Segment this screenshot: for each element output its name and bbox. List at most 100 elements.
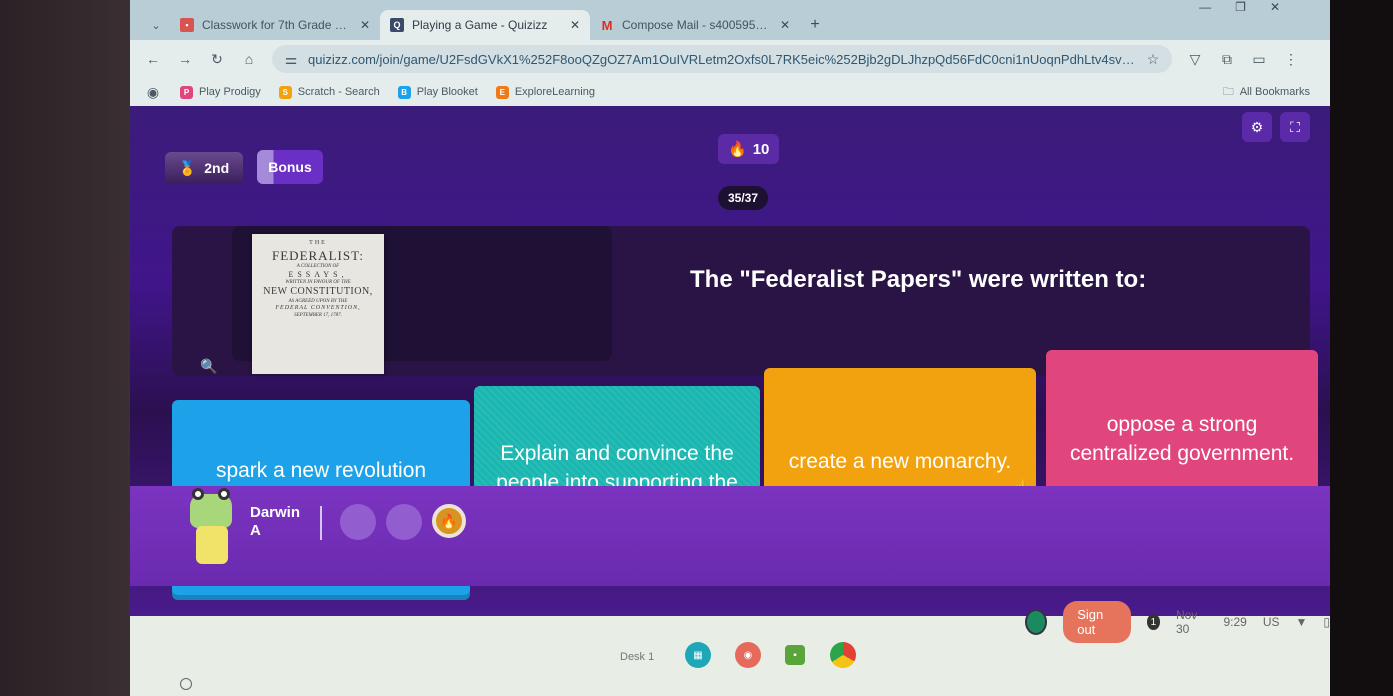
image-text: FEDERAL CONVENTION, — [275, 305, 361, 311]
shelf-app-icon[interactable]: ◉ — [735, 642, 761, 668]
player-divider — [320, 506, 322, 540]
tab-classwork[interactable]: ▪ Classwork for 7th Grade Civics ✕ — [170, 10, 380, 40]
bookmark-explorelearning[interactable]: E ExploreLearning — [495, 85, 595, 99]
extensions-puzzle-icon[interactable]: ⧉ — [1218, 51, 1236, 68]
battery-icon[interactable]: ▯ — [1323, 615, 1330, 629]
screen-bezel-left — [0, 0, 130, 696]
tab-gmail[interactable]: M Compose Mail - s40059541@ ✕ — [590, 10, 800, 40]
tab-quizizz[interactable]: Q Playing a Game - Quizizz ✕ — [380, 10, 590, 40]
all-bookmarks-label: All Bookmarks — [1239, 86, 1310, 98]
zoom-image-icon[interactable]: 🔍 — [200, 358, 217, 375]
image-text: SEPTEMBER 17, 1787. — [294, 312, 342, 318]
gmail-icon: M — [601, 17, 613, 33]
classroom-icon: ▪ — [180, 18, 194, 32]
bookmark-star-icon[interactable]: ☆ — [1144, 51, 1162, 68]
time-text[interactable]: 9:29 — [1223, 615, 1246, 629]
locale-text[interactable]: US — [1263, 615, 1280, 629]
streak-powerup-icon[interactable]: 🔥 — [432, 504, 466, 538]
back-icon[interactable]: ← — [144, 51, 162, 67]
streak-counter: 🔥 10 — [718, 134, 780, 164]
tab-title: Compose Mail - s40059541@ — [622, 18, 772, 32]
desk-label[interactable]: Desk 1 — [620, 651, 654, 663]
folder-icon: 🗀 — [1222, 85, 1234, 98]
google-classroom-icon[interactable]: ▪ — [785, 645, 805, 665]
shelf-app-icon[interactable]: ▦ — [685, 642, 711, 668]
scratch-icon: S — [278, 85, 292, 99]
avatar-eye — [218, 488, 230, 500]
notification-badge[interactable]: 1 — [1146, 614, 1160, 630]
flame-icon: 🔥 — [728, 141, 747, 158]
blooket-icon: B — [397, 85, 411, 99]
bookmark-label: Play Blooket — [416, 86, 478, 98]
image-text: NEW CONSTITUTION, — [263, 286, 373, 298]
quizizz-icon: Q — [390, 18, 404, 32]
account-avatar[interactable] — [1025, 609, 1048, 635]
sign-out-button[interactable]: Sign out — [1063, 601, 1131, 643]
avatar-eye — [192, 488, 204, 500]
tab-title: Playing a Game - Quizizz — [412, 18, 548, 32]
close-window-icon[interactable]: ✕ — [1270, 0, 1280, 20]
site-settings-icon[interactable]: ⚌ — [282, 51, 300, 68]
federalist-title-page-image[interactable]: THE FEDERALIST: A COLLECTION OF ESSAYS, … — [252, 234, 384, 374]
avatar-head — [190, 488, 232, 528]
explorelearning-icon: E — [495, 85, 509, 99]
avatar-body — [196, 526, 228, 564]
status-tray[interactable]: Sign out 1 Nov 30 9:29 US ▼ ▯ — [1025, 601, 1330, 643]
home-icon[interactable]: ⌂ — [240, 51, 258, 67]
launcher-icon[interactable] — [180, 678, 192, 690]
tab-strip: ⌄ ▪ Classwork for 7th Grade Civics ✕ Q P… — [130, 0, 1330, 40]
window-controls: — ❐ ✕ — [1199, 0, 1280, 20]
prodigy-icon: P — [180, 85, 193, 99]
browser-toolbar: ← → ↻ ⌂ ⚌ quizizz.com/join/game/U2FsdGVk… — [130, 40, 1330, 78]
fullscreen-icon[interactable]: ⛶ — [1280, 112, 1310, 142]
close-tab-icon[interactable]: ✕ — [360, 18, 370, 32]
bookmark-play-blooket[interactable]: B Play Blooket — [397, 85, 478, 99]
bookmark-scratch-search[interactable]: S Scratch - Search — [278, 85, 380, 99]
close-tab-icon[interactable]: ✕ — [570, 18, 580, 32]
game-top-controls: ⚙ ⛶ — [1242, 112, 1310, 142]
chromeos-shelf: Desk 1 ▦ ◉ ▪ Sign out 1 Nov 30 9:29 US ▼… — [130, 601, 1330, 696]
forward-icon[interactable]: → — [176, 51, 194, 67]
chrome-icon[interactable] — [830, 642, 856, 668]
image-text: ESSAYS, — [288, 270, 348, 279]
question-progress: 35/37 — [718, 186, 769, 210]
settings-gear-icon[interactable]: ⚙ — [1242, 112, 1272, 142]
chromebook-screen: ⌄ ▪ Classwork for 7th Grade Civics ✕ Q P… — [130, 0, 1330, 696]
streak-value: 10 — [752, 140, 770, 158]
close-tab-icon[interactable]: ✕ — [780, 18, 790, 32]
new-tab-button[interactable]: + — [800, 10, 830, 40]
shield-extension-icon[interactable]: ▽ — [1186, 51, 1204, 68]
all-bookmarks-button[interactable]: 🗀 All Bookmarks — [1223, 83, 1310, 102]
menu-kebab-icon[interactable]: ⋮ — [1282, 51, 1300, 68]
bookmark-label: Play Prodigy — [199, 86, 261, 98]
bonus-badge: Bonus — [257, 150, 323, 184]
reload-icon[interactable]: ↻ — [208, 51, 226, 68]
player-last-initial: A — [250, 522, 261, 539]
powerup-slot-empty[interactable] — [340, 504, 376, 540]
cast-icon[interactable]: ▭ — [1250, 51, 1268, 68]
url-text[interactable]: quizizz.com/join/game/U2FsdGVkX1%252F8oo… — [308, 52, 1136, 67]
rank-badge: 🏅 2nd — [165, 152, 243, 184]
apps-icon[interactable]: ◉ — [144, 84, 162, 101]
player-bar: Darwin A 🔥 — [130, 486, 1330, 586]
powerup-slot-empty[interactable] — [386, 504, 422, 540]
bookmark-play-prodigy[interactable]: P Play Prodigy — [180, 85, 261, 99]
player-first-name: Darwin — [250, 504, 301, 521]
minimize-icon[interactable]: — — [1199, 0, 1211, 20]
address-bar[interactable]: ⚌ quizizz.com/join/game/U2FsdGVkX1%252F8… — [272, 45, 1172, 73]
player-name: Darwin A — [250, 504, 300, 540]
rank-text: 2nd — [204, 160, 230, 176]
tab-search-chevron-icon[interactable]: ⌄ — [142, 10, 170, 40]
screen-bezel-right — [1330, 0, 1393, 696]
restore-icon[interactable]: ❐ — [1235, 0, 1246, 20]
wifi-icon[interactable]: ▼ — [1296, 615, 1308, 629]
question-text: The "Federalist Papers" were written to: — [690, 266, 1147, 293]
player-avatar — [186, 488, 236, 566]
bookmarks-bar: ◉ P Play Prodigy S Scratch - Search B Pl… — [130, 78, 1330, 106]
tab-title: Classwork for 7th Grade Civics — [202, 18, 352, 32]
image-text: THE — [309, 240, 327, 246]
image-text: FEDERALIST: — [272, 247, 364, 263]
bookmark-label: ExploreLearning — [514, 86, 595, 98]
medal-icon: 🏅 — [178, 159, 197, 176]
date-text[interactable]: Nov 30 — [1176, 608, 1208, 636]
